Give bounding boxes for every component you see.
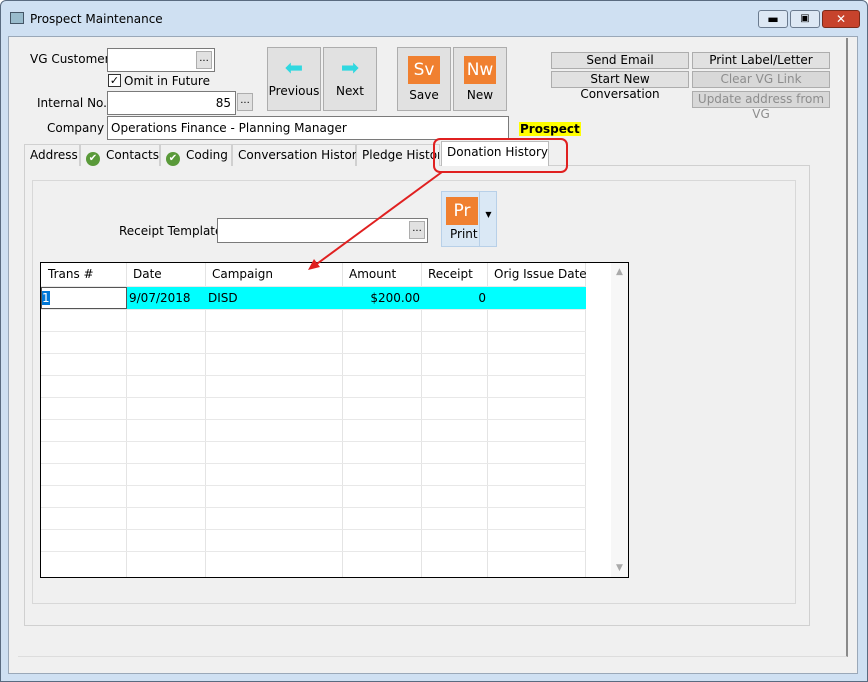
annotation-highlight-box <box>433 138 568 173</box>
annotation-overlay <box>308 138 568 270</box>
annotation-arrow <box>313 171 443 267</box>
annotation-arrowhead <box>308 259 320 270</box>
